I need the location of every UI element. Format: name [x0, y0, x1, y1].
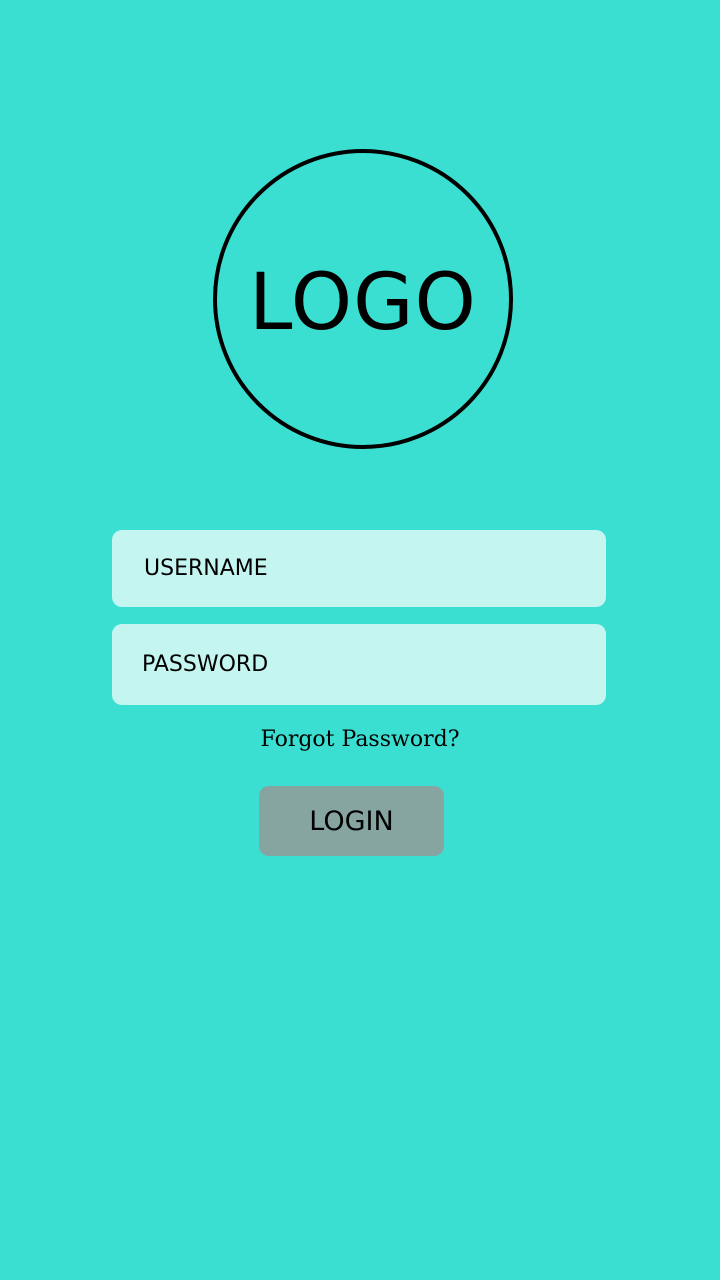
logo-text: LOGO — [249, 258, 477, 348]
password-field-container[interactable] — [112, 624, 606, 705]
username-field-container[interactable] — [112, 530, 606, 607]
forgot-password-link[interactable]: Forgot Password? — [0, 726, 720, 754]
username-input[interactable] — [144, 530, 606, 607]
logo: LOGO — [213, 149, 513, 449]
password-input[interactable] — [142, 624, 606, 705]
login-button[interactable]: LOGIN — [259, 786, 444, 856]
